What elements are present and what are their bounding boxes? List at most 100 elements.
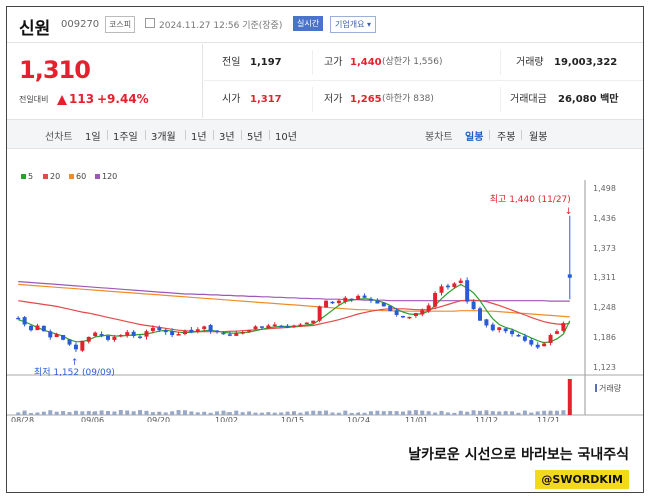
volume-bar (285, 411, 290, 415)
volume-bar (311, 410, 316, 415)
candle-body (29, 325, 34, 331)
period-tab[interactable]: 1일 (85, 128, 101, 143)
volume-bar (535, 411, 540, 415)
volume-bar (561, 410, 566, 415)
candle-body (285, 326, 290, 328)
volume-bar (163, 412, 168, 415)
volume-bar (48, 410, 53, 415)
volume-bar (195, 412, 200, 415)
candle-body (125, 332, 130, 336)
candle-tab-weekly[interactable]: 주봉 (497, 128, 515, 143)
stats-row: 시가 1,317 저가 1,265 (하한가 838) 거래대금 26,080 … (204, 81, 643, 118)
legend-swatch (69, 174, 74, 179)
candle-body (567, 274, 572, 278)
open-value: 1,317 (250, 94, 282, 105)
candle-body (503, 328, 508, 332)
candle-tab-monthly[interactable]: 월봉 (529, 128, 547, 143)
volume-bar (279, 412, 284, 415)
volume-bar (106, 410, 110, 415)
volume-bar (259, 412, 264, 415)
candle-body (48, 331, 53, 338)
caption: 날카로운 시선으로 바라보는 국내주식 (408, 447, 629, 463)
volume-bar (138, 410, 143, 415)
x-tick-label: 11/12 (475, 416, 498, 422)
candle-body (445, 285, 450, 288)
line-chart-label: 선차트 (45, 132, 73, 143)
period-tab[interactable]: 1주일 (113, 128, 138, 143)
volume-bar (343, 410, 348, 415)
volume-label: 거래량 (599, 383, 622, 393)
realtime-button[interactable]: 실시간 (293, 16, 324, 31)
y-tick-label: 1,498 (593, 184, 616, 193)
candle-body (535, 344, 540, 348)
candle-body (439, 286, 444, 293)
volume-bar (170, 411, 175, 415)
y-tick-label: 1,311 (593, 273, 616, 282)
low-annotation: 최저 1,152 (09/09) (34, 367, 115, 378)
volume-bar (118, 410, 123, 415)
high-annotation: 최고 1,440 (11/27) (490, 194, 571, 205)
volume-bar (471, 410, 476, 415)
volume-bar (439, 410, 444, 415)
candle-body (227, 334, 232, 336)
stock-code: 009270 (61, 19, 100, 30)
stats-row: 전일 1,197 고가 1,440 (상한가 1,556) 거래량 19,003… (204, 44, 643, 81)
company-overview-button[interactable]: 기업개요 ▾ (330, 16, 376, 33)
volume-bar (61, 411, 66, 415)
volume-bar (490, 411, 495, 415)
candle-body (420, 310, 425, 315)
candle-body (433, 293, 438, 307)
candle-body (497, 327, 502, 330)
candle-body (356, 295, 361, 300)
market-badge: 코스피 (105, 16, 136, 33)
candle-tab-daily[interactable]: 일봉 (465, 128, 483, 143)
volume-bar (375, 410, 380, 415)
x-tick-label: 11/01 (405, 416, 428, 422)
volume-bar (73, 410, 78, 415)
volume-bar (80, 411, 85, 415)
x-tick-label: 09/20 (147, 416, 170, 422)
volume-bar (497, 411, 502, 415)
candle-body (259, 326, 264, 328)
low-label: 저가 (324, 94, 343, 105)
change-value: 113 (69, 92, 95, 106)
period-tab[interactable]: 3년 (219, 128, 235, 143)
high-arrow: ↓ (565, 207, 573, 217)
ma120-line (18, 281, 570, 302)
candle-body (234, 333, 239, 336)
x-tick-label: 10/24 (347, 416, 370, 422)
legend-label: 60 (76, 172, 86, 181)
volume-bar (554, 410, 559, 415)
legend-swatch (21, 174, 26, 179)
period-tab[interactable]: 3개월 (151, 128, 176, 143)
period-tab[interactable]: 1년 (191, 128, 207, 143)
candle-body (157, 327, 162, 331)
volume-bar (240, 412, 245, 415)
low-arrow: ↑ (71, 358, 79, 368)
stock-name: 신원 (19, 19, 51, 39)
candle-body (343, 297, 348, 302)
volume-bar (189, 411, 194, 415)
candle-body (163, 330, 168, 333)
candle-body (99, 334, 104, 336)
candle-body (413, 313, 418, 316)
volume-bar (516, 412, 521, 415)
candle-body (330, 301, 335, 304)
volume-bar (304, 411, 309, 415)
volume-bar (510, 411, 515, 415)
candle-body (490, 324, 495, 331)
period-tab[interactable]: 5년 (247, 128, 263, 143)
period-tab[interactable]: 10년 (275, 128, 297, 143)
candle-body (144, 331, 149, 337)
price-box: 1,310 전일대비 113 +9.44% (7, 44, 203, 118)
candle-body (279, 325, 284, 328)
volume-bar (330, 412, 335, 415)
y-tick-label: 1,373 (593, 244, 616, 253)
candle-body (80, 340, 85, 351)
candle-body (215, 330, 220, 333)
volume-bar (215, 411, 220, 415)
stock-widget: 신원 009270 코스피 2024.11.27 12:56 기준(장중) 실시… (6, 6, 644, 493)
candle-body (118, 335, 123, 337)
candle-body (182, 331, 187, 335)
volume-bar (227, 412, 232, 415)
